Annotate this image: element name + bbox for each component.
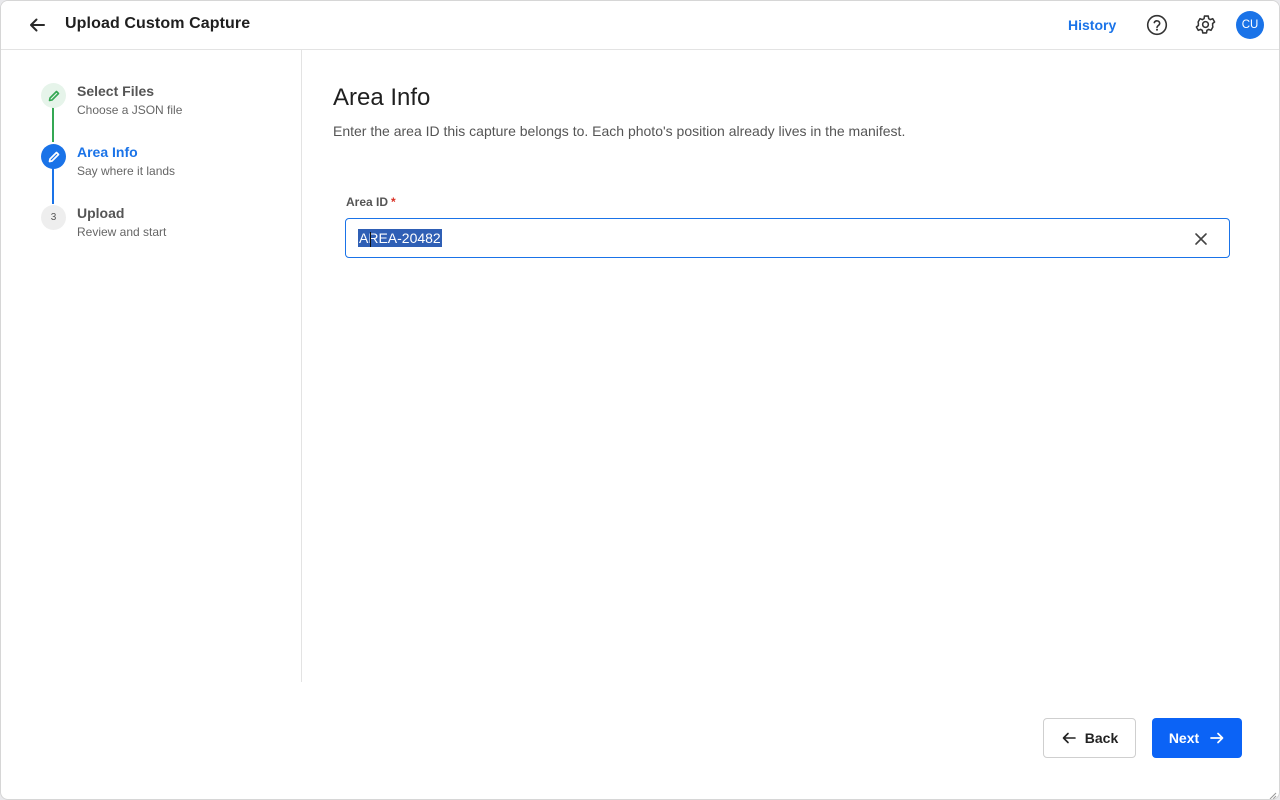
step-title: Upload: [77, 205, 125, 221]
step-connector: [52, 107, 54, 142]
step-title: Select Files: [77, 83, 155, 99]
pencil-icon: [48, 151, 59, 162]
page-title: Upload Custom Capture: [65, 15, 251, 32]
step-connector: [52, 168, 54, 204]
pencil-icon: [48, 90, 59, 101]
back-button-label: Back: [1084, 730, 1119, 746]
section-title: Area Info: [333, 84, 431, 111]
section-description: Enter the area ID this capture belongs t…: [333, 123, 906, 139]
step-subtitle: Say where it lands: [77, 164, 176, 178]
arrow-right-icon: [1210, 732, 1224, 744]
required-marker: *: [391, 195, 396, 209]
step-number: 3: [41, 205, 66, 230]
arrow-left-icon: [1062, 732, 1076, 744]
area-id-input[interactable]: AREA-20482: [345, 218, 1230, 258]
step-active-indicator: [41, 144, 66, 169]
avatar[interactable]: CU: [1236, 11, 1264, 39]
history-link[interactable]: History: [1068, 17, 1116, 33]
gear-icon[interactable]: [1194, 13, 1217, 36]
step-subtitle: Review and start: [77, 225, 167, 239]
close-icon[interactable]: [1192, 230, 1210, 248]
next-button-label: Next: [1168, 730, 1200, 746]
step-title: Area Info: [77, 144, 138, 160]
step-subtitle: Choose a JSON file: [77, 103, 183, 117]
next-button[interactable]: Next: [1152, 718, 1242, 758]
help-circle-icon[interactable]: [1146, 14, 1168, 36]
app-window: Upload Custom Capture History CU Select: [0, 0, 1280, 800]
top-header: Upload Custom Capture History CU: [1, 1, 1279, 50]
stepper-sidebar: Select Files Choose a JSON file Area Inf…: [1, 50, 302, 682]
arrow-left-icon[interactable]: [25, 13, 49, 37]
step-completed-indicator: [41, 83, 66, 108]
resize-grip-icon[interactable]: [1267, 787, 1277, 799]
area-id-label: Area ID *: [346, 195, 396, 209]
text-cursor: [370, 232, 371, 247]
field-label-text: Area ID: [346, 195, 389, 209]
back-button[interactable]: Back: [1043, 718, 1136, 758]
